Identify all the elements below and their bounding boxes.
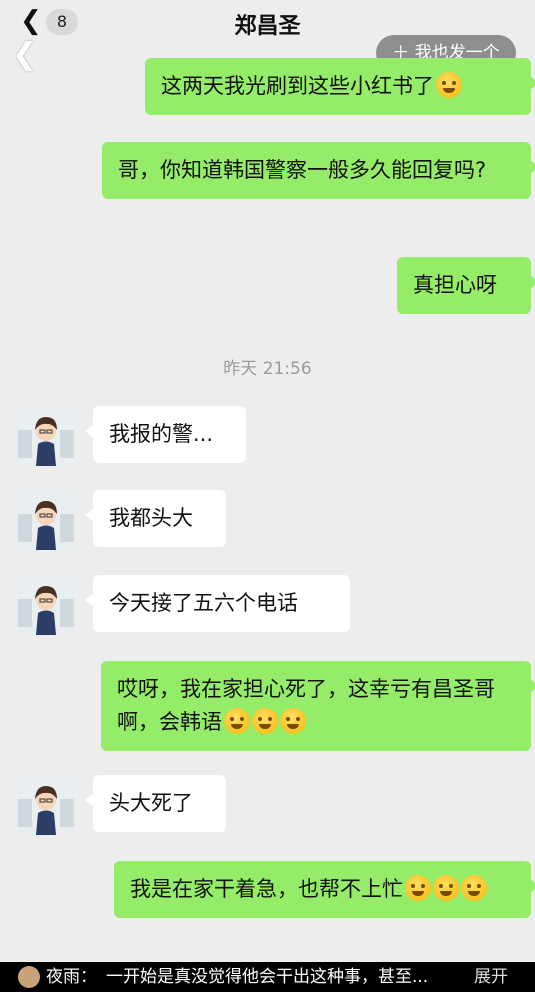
message-text: 我都头大 (109, 506, 193, 530)
contact-avatar[interactable] (16, 490, 76, 550)
commenter-avatar (18, 966, 40, 988)
chat-timestamp: 昨天 21:56 (223, 359, 312, 379)
commenter-name: 夜雨： (46, 967, 97, 987)
message-text: 真担心呀 (413, 273, 497, 297)
avatar-figure-icon (16, 775, 76, 835)
avatar-figure-icon (16, 490, 76, 550)
message-text: 这两天我光刷到这些小红书了 (161, 74, 434, 98)
message-text: 哎呀，我在家担心死了，这幸亏有昌圣哥啊，会韩语 (117, 677, 495, 734)
comment-bar[interactable]: 夜雨： 一开始是真没觉得他会干出这种事，甚至... 展开 (0, 962, 535, 992)
expand-link[interactable]: 展开 (474, 962, 508, 992)
message-bubble-me[interactable]: 哎呀，我在家担心死了，这幸亏有昌圣哥啊，会韩语 (101, 661, 535, 751)
message-bubble-them[interactable]: 头大死了 (85, 775, 226, 832)
message-text: 今天接了五六个电话 (109, 591, 298, 615)
crying-emoji-icon (405, 875, 431, 901)
contact-avatar[interactable] (16, 575, 76, 635)
message-bubble-me[interactable]: 哥，你知道韩国警察一般多久能回复吗? (102, 142, 535, 199)
crying-emoji-icon (280, 708, 306, 734)
laugh-cry-emoji-icon (436, 72, 462, 98)
crying-emoji-icon (461, 875, 487, 901)
contact-avatar[interactable] (16, 406, 76, 466)
message-bubble-them[interactable]: 今天接了五六个电话 (85, 575, 350, 632)
message-bubble-them[interactable]: 我报的警... (85, 406, 246, 463)
message-text: 我报的警... (109, 422, 214, 446)
message-bubble-me[interactable]: 我是在家干着急，也帮不上忙 (114, 861, 535, 918)
contact-avatar[interactable] (16, 775, 76, 835)
message-bubble-them[interactable]: 我都头大 (85, 490, 226, 547)
avatar-figure-icon (16, 406, 76, 466)
crying-emoji-icon (433, 875, 459, 901)
message-text: 头大死了 (109, 791, 193, 815)
message-text: 哥，你知道韩国警察一般多久能回复吗? (118, 158, 487, 182)
message-bubble-me[interactable]: 真担心呀 (397, 257, 535, 314)
message-text: 我是在家干着急，也帮不上忙 (130, 877, 403, 901)
comment-text: 一开始是真没觉得他会干出这种事，甚至... (106, 967, 429, 987)
crying-emoji-icon (224, 708, 250, 734)
message-bubble-me[interactable]: 这两天我光刷到这些小红书了 (145, 58, 535, 115)
crying-emoji-icon (252, 708, 278, 734)
overlay-back-chevron-icon[interactable]: ❮ (12, 38, 37, 72)
avatar-figure-icon (16, 575, 76, 635)
